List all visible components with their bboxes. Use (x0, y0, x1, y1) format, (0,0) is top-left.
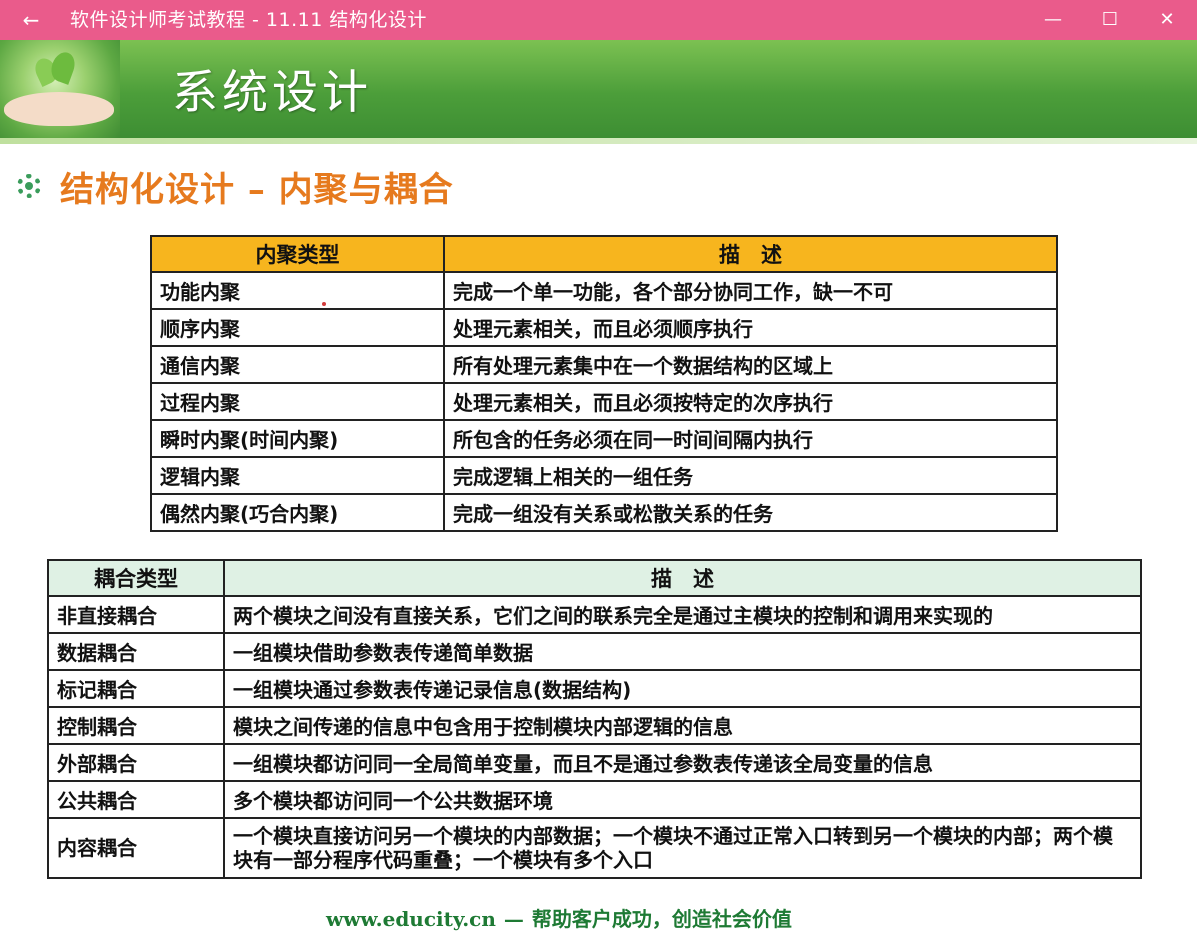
cohesion-table: 内聚类型 描 述 功能内聚 完成一个单一功能，各个部分协同工作，缺一不可 顺序内… (150, 235, 1058, 532)
table-row: 通信内聚 所有处理元素集中在一个数据结构的区域上 (150, 345, 1058, 384)
close-icon[interactable]: ✕ (1144, 0, 1190, 40)
section-heading-text: 结构化设计 – 内聚与耦合 (60, 169, 454, 210)
table-row: 逻辑内聚 完成逻辑上相关的一组任务 (150, 456, 1058, 495)
column-header: 内聚类型 (150, 235, 445, 273)
cohesion-description: 处理元素相关，而且必须按特定的次序执行 (443, 382, 1058, 421)
coupling-description: 多个模块都访问同一个公共数据环境 (223, 780, 1142, 819)
column-header: 耦合类型 (47, 559, 225, 597)
hands (4, 92, 114, 126)
coupling-description: 一组模块都访问同一全局简单变量，而且不是通过参数表传递该全局变量的信息 (223, 743, 1142, 782)
maximize-icon[interactable]: ☐ (1087, 0, 1133, 40)
table-row: 功能内聚 完成一个单一功能，各个部分协同工作，缺一不可 (150, 271, 1058, 310)
cohesion-description: 处理元素相关，而且必须顺序执行 (443, 308, 1058, 347)
coupling-description: 一组模块通过参数表传递记录信息(数据结构) (223, 669, 1142, 708)
table-row: 过程内聚 处理元素相关，而且必须按特定的次序执行 (150, 382, 1058, 421)
coupling-type: 控制耦合 (47, 706, 225, 745)
coupling-type: 标记耦合 (47, 669, 225, 708)
table-row: 偶然内聚(巧合内聚) 完成一组没有关系或松散关系的任务 (150, 493, 1058, 532)
coupling-description: 模块之间传递的信息中包含用于控制模块内部逻辑的信息 (223, 706, 1142, 745)
red-dot-marker (322, 302, 326, 306)
table-row: 公共耦合 多个模块都访问同一个公共数据环境 (47, 780, 1142, 819)
coupling-table: 耦合类型 描 述 非直接耦合 两个模块之间没有直接关系，它们之间的联系完全是通过… (47, 559, 1142, 879)
coupling-type: 内容耦合 (47, 817, 225, 879)
cohesion-type: 过程内聚 (150, 382, 445, 421)
coupling-type: 外部耦合 (47, 743, 225, 782)
slide-banner: 系统设计 (0, 40, 1197, 138)
cohesion-type: 功能内聚 (150, 271, 445, 310)
minimize-icon[interactable]: — (1030, 0, 1076, 40)
column-header: 描 述 (443, 235, 1058, 273)
cohesion-description: 所有处理元素集中在一个数据结构的区域上 (443, 345, 1058, 384)
cohesion-description: 完成逻辑上相关的一组任务 (443, 456, 1058, 495)
footer-url: www.educity.cn (326, 907, 496, 931)
footer-text: 帮助客户成功，创造社会价值 (531, 907, 792, 931)
back-arrow-icon[interactable]: ← (14, 6, 48, 34)
cohesion-description: 完成一组没有关系或松散关系的任务 (443, 493, 1058, 532)
window-title: 软件设计师考试教程 - 11.11 结构化设计 (70, 9, 427, 31)
cohesion-type: 偶然内聚(巧合内聚) (150, 493, 445, 532)
table-header-row: 内聚类型 描 述 (150, 235, 1058, 273)
section-heading: 结构化设计 – 内聚与耦合 (14, 164, 454, 210)
table-row: 数据耦合 一组模块借助参数表传递简单数据 (47, 632, 1142, 671)
coupling-type: 数据耦合 (47, 632, 225, 671)
seedling-hands-image (0, 40, 120, 138)
coupling-description: 两个模块之间没有直接关系，它们之间的联系完全是通过主模块的控制和调用来实现的 (223, 595, 1142, 634)
table-row: 内容耦合 一个模块直接访问另一个模块的内部数据；一个模块不通过正常入口转到另一个… (47, 817, 1142, 879)
column-header: 描 述 (223, 559, 1142, 597)
footer-dash: — (503, 907, 524, 931)
slide-heading: 系统设计 (172, 65, 372, 119)
coupling-description: 一组模块借助参数表传递简单数据 (223, 632, 1142, 671)
table-row: 标记耦合 一组模块通过参数表传递记录信息(数据结构) (47, 669, 1142, 708)
cohesion-type: 瞬时内聚(时间内聚) (150, 419, 445, 458)
table-row: 控制耦合 模块之间传递的信息中包含用于控制模块内部逻辑的信息 (47, 706, 1142, 745)
table-row: 外部耦合 一组模块都访问同一全局简单变量，而且不是通过参数表传递该全局变量的信息 (47, 743, 1142, 782)
cohesion-description: 所包含的任务必须在同一时间间隔内执行 (443, 419, 1058, 458)
coupling-type: 非直接耦合 (47, 595, 225, 634)
cohesion-description: 完成一个单一功能，各个部分协同工作，缺一不可 (443, 271, 1058, 310)
cohesion-type: 逻辑内聚 (150, 456, 445, 495)
flower-bullet-icon (14, 171, 44, 201)
cohesion-type: 顺序内聚 (150, 308, 445, 347)
table-row: 非直接耦合 两个模块之间没有直接关系，它们之间的联系完全是通过主模块的控制和调用… (47, 595, 1142, 634)
table-row: 顺序内聚 处理元素相关，而且必须顺序执行 (150, 308, 1058, 347)
table-row: 瞬时内聚(时间内聚) 所包含的任务必须在同一时间间隔内执行 (150, 419, 1058, 458)
slide: 系统设计 结构化设计 – 内聚与耦合 内聚类型 描 述 功能内聚 完成一个单一功… (0, 40, 1197, 937)
title-bar: ← 软件设计师考试教程 - 11.11 结构化设计 — ☐ ✕ (0, 0, 1197, 40)
coupling-type: 公共耦合 (47, 780, 225, 819)
table-header-row: 耦合类型 描 述 (47, 559, 1142, 597)
coupling-description: 一个模块直接访问另一个模块的内部数据；一个模块不通过正常入口转到另一个模块的内部… (223, 817, 1142, 879)
banner-divider (0, 138, 1197, 144)
cohesion-type: 通信内聚 (150, 345, 445, 384)
footer-slogan: www.educity.cn — 帮助客户成功，创造社会价值 (326, 903, 792, 932)
